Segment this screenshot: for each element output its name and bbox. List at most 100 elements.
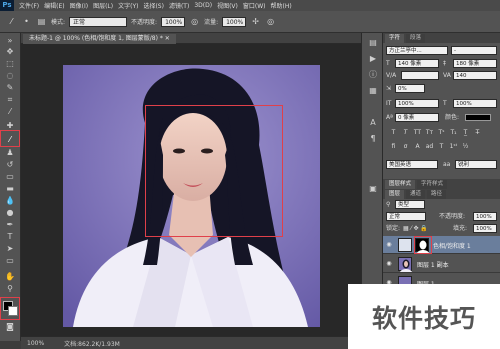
tab-paths[interactable]: 路径 <box>427 190 447 199</box>
menu-filter[interactable]: 滤镜(T) <box>169 1 189 10</box>
font-family-select[interactable]: 方正兰亭中... <box>386 46 448 55</box>
faux-bold-icon[interactable]: T <box>389 128 398 137</box>
character-panel-tabs: 字符 段落 <box>383 33 500 43</box>
blur-tool-icon[interactable]: 💧 <box>3 195 17 206</box>
layer-comps-icon[interactable]: ▣ <box>366 183 380 194</box>
swatches-panel-icon[interactable]: ▦ <box>366 85 380 96</box>
stylistic-icon[interactable]: A <box>413 142 422 151</box>
tab-character[interactable]: 字符 <box>385 34 405 43</box>
small-caps-icon[interactable]: Tᴛ <box>425 128 434 137</box>
menu-file[interactable]: 文件(F) <box>19 1 39 10</box>
dodge-tool-icon[interactable]: ● <box>3 207 17 218</box>
antialias-select[interactable]: 锐利 <box>455 160 497 169</box>
pressure-size-icon[interactable]: ◎ <box>265 16 276 27</box>
layer-row-layer-1-copy[interactable]: ◉ 图层 1 副本 <box>383 255 500 273</box>
text-color-swatch[interactable] <box>465 114 491 121</box>
leading-field[interactable]: 180 像素 <box>453 59 497 68</box>
path-select-tool-icon[interactable]: ➤ <box>3 243 17 254</box>
vertical-scale-field[interactable]: 100% <box>395 99 439 108</box>
clone-stamp-tool-icon[interactable]: ♟ <box>3 147 17 158</box>
menu-window[interactable]: 窗口(W) <box>243 1 266 10</box>
paragraph-panel-icon[interactable]: ¶ <box>366 133 380 144</box>
quick-mask-icon[interactable]: ◙ <box>3 321 17 332</box>
tab-paragraph[interactable]: 段落 <box>406 34 426 43</box>
language-select[interactable]: 美国英语 <box>386 160 438 169</box>
horizontal-scale-field[interactable]: 100% <box>453 99 497 108</box>
ligature-icon[interactable]: ﬁ <box>389 142 398 151</box>
hand-tool-icon[interactable]: ✋ <box>3 271 17 282</box>
faux-italic-icon[interactable]: 𝘛 <box>401 128 410 137</box>
kerning-percent-field[interactable]: 0% <box>395 84 425 93</box>
tab-channels[interactable]: 通道 <box>406 190 426 199</box>
visibility-eye-icon[interactable]: ◉ <box>385 241 393 249</box>
menu-bar: Ps 文件(F) 编辑(E) 图像(I) 图层(L) 文字(Y) 选择(S) 滤… <box>0 0 500 11</box>
tab-layers[interactable]: 图层 <box>385 190 405 199</box>
tracking-field[interactable]: 140 <box>453 71 497 80</box>
collapse-icon[interactable]: » <box>3 35 17 46</box>
font-size-field[interactable]: 140 像素 <box>395 59 439 68</box>
eyedropper-tool-icon[interactable]: ⁄ <box>3 106 17 117</box>
subscript-icon[interactable]: T₁ <box>449 128 458 137</box>
titling-icon[interactable]: ad <box>425 142 434 151</box>
layer-opacity-field[interactable]: 100% <box>473 212 497 221</box>
layer-row-hue-saturation[interactable]: ◉ 色相/饱和度 1 <box>383 236 500 254</box>
close-icon[interactable]: ✕ <box>165 35 170 42</box>
fraction-icon[interactable]: ½ <box>461 142 470 151</box>
pressure-opacity-icon[interactable]: ◎ <box>189 16 200 27</box>
visibility-eye-icon[interactable]: ◉ <box>385 260 393 268</box>
font-style-select[interactable]: - <box>451 46 497 55</box>
kerning-field[interactable] <box>401 71 439 80</box>
strikethrough-icon[interactable]: T̶ <box>473 128 482 137</box>
crop-tool-icon[interactable]: ⌗ <box>3 94 17 105</box>
menu-layer[interactable]: 图层(L) <box>93 1 113 10</box>
underline-icon[interactable]: T̲ <box>461 128 470 137</box>
horizontal-scale-icon: T <box>443 100 447 107</box>
marquee-tool-icon[interactable]: ⬚ <box>3 58 17 69</box>
all-caps-icon[interactable]: TT <box>413 128 422 137</box>
menu-3d[interactable]: 3D(D) <box>194 2 212 9</box>
fill-field[interactable]: 100% <box>473 224 497 233</box>
menu-edit[interactable]: 编辑(E) <box>44 1 64 10</box>
filter-kind-select[interactable]: 类型 <box>395 200 425 209</box>
shape-tool-icon[interactable]: ▭ <box>3 255 17 266</box>
menu-help[interactable]: 帮助(H) <box>271 1 292 10</box>
menu-type[interactable]: 文字(Y) <box>118 1 138 10</box>
menu-select[interactable]: 选择(S) <box>143 1 164 10</box>
brush-panel-icon[interactable]: ▤ <box>36 16 47 27</box>
tab-layer-style[interactable]: 图层样式 <box>385 180 416 189</box>
type-tool-icon[interactable]: T <box>3 231 17 242</box>
mode-select[interactable]: 正常 <box>69 16 128 27</box>
zoom-tool-icon[interactable]: ⚲ <box>3 283 17 294</box>
lock-icons[interactable]: ▦ ⁄ ✥ 🔒 <box>403 224 428 233</box>
airbrush-icon[interactable]: ✢ <box>250 16 261 27</box>
superscript-icon[interactable]: Tˢ <box>437 128 446 137</box>
brush-tool-icon[interactable]: ⁄ <box>6 16 17 27</box>
actions-panel-icon[interactable]: ▶ <box>366 53 380 64</box>
gradient-tool-icon[interactable]: ▬ <box>3 183 17 194</box>
history-panel-icon[interactable]: ▤ <box>366 37 380 48</box>
opacity-field[interactable]: 100% <box>161 16 186 27</box>
character-panel-icon[interactable]: A <box>366 117 380 128</box>
lasso-tool-icon[interactable]: ◌ <box>3 70 17 81</box>
ornament-icon[interactable]: T <box>437 142 446 151</box>
document-tab[interactable]: 未标题-1 @ 100% (色相/饱和度 1, 图层蒙版/8) * ✕ <box>23 34 176 44</box>
baseline-shift-field[interactable]: 0 像素 <box>395 113 439 122</box>
adjustment-layer-icon <box>398 238 412 252</box>
eraser-tool-icon[interactable]: ▭ <box>3 171 17 182</box>
pen-tool-icon[interactable]: ✒ <box>3 219 17 230</box>
canvas-photo[interactable] <box>63 65 320 327</box>
tab-character-style[interactable]: 字符样式 <box>417 180 448 189</box>
menu-image[interactable]: 图像(I) <box>70 1 88 10</box>
brush-size-icon[interactable]: • <box>21 16 32 27</box>
move-tool-icon[interactable]: ✥ <box>3 46 17 57</box>
flow-field[interactable]: 100% <box>222 16 247 27</box>
blend-mode-select[interactable]: 正常 <box>386 212 426 221</box>
quick-select-tool-icon[interactable]: ✎ <box>3 82 17 93</box>
tools-panel: » ✥ ⬚ ◌ ✎ ⌗ ⁄ ✚ ⁄ ♟ ↺ ▭ ▬ 💧 ● ✒ T ➤ ▭ ✋ … <box>0 33 21 341</box>
menu-view[interactable]: 视图(V) <box>217 1 238 10</box>
swash-icon[interactable]: σ <box>401 142 410 151</box>
ordinal-icon[interactable]: 1ˢᵗ <box>449 142 458 151</box>
properties-panel-icon[interactable]: ⓘ <box>366 69 380 80</box>
zoom-level[interactable]: 100% <box>27 340 44 347</box>
history-brush-tool-icon[interactable]: ↺ <box>3 159 17 170</box>
